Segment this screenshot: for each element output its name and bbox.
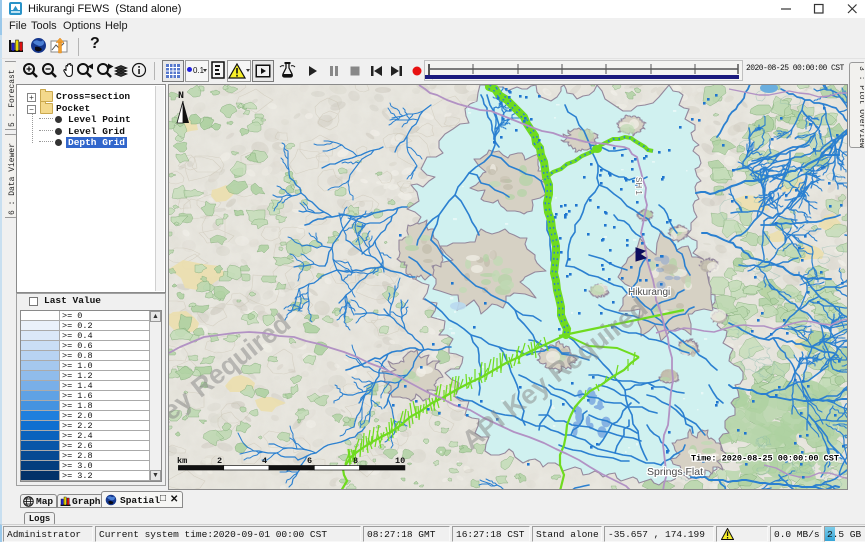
svg-text:km: km [177, 456, 187, 466]
svg-text:2: 2 [217, 456, 222, 466]
svg-text:8: 8 [353, 456, 358, 466]
svg-text:4: 4 [262, 456, 267, 466]
svg-text:Hikurangi: Hikurangi [628, 287, 670, 298]
svg-text:Springs Flat: Springs Flat [647, 466, 703, 478]
svg-text:Time: 2020-08-25 00:00:00 CST: Time: 2020-08-25 00:00:00 CST [691, 454, 839, 464]
svg-text:10: 10 [395, 456, 405, 466]
svg-text:SH 1: SH 1 [634, 177, 643, 195]
svg-text:N: N [178, 91, 184, 102]
svg-text:3 : Plot Overview: 3 : Plot Overview [857, 66, 864, 148]
svg-text:6: 6 [307, 456, 312, 466]
